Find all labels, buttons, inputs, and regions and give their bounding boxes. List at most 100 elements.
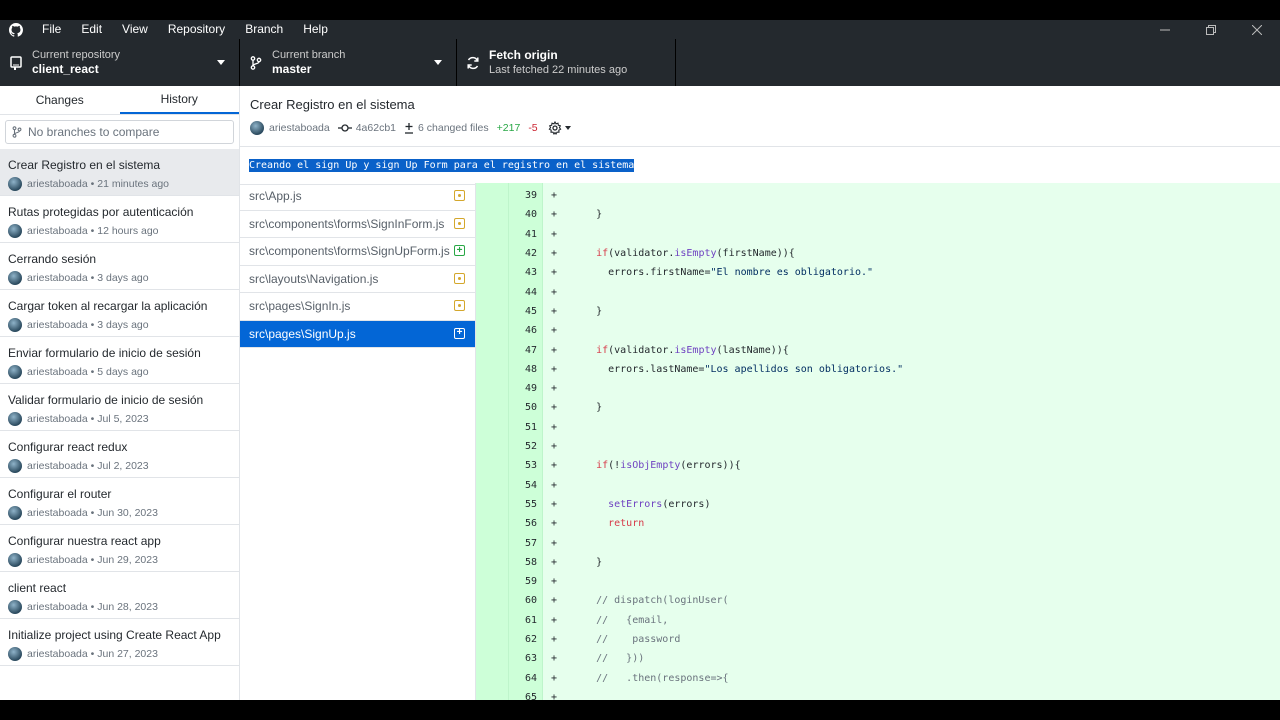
line-number: 62 bbox=[524, 634, 537, 646]
added-marker: + bbox=[550, 595, 558, 607]
commit-icon bbox=[337, 123, 352, 133]
commit-description: Creando el sign Up y sign Up Form para e… bbox=[249, 159, 635, 172]
commit-summary: Enviar formulario de inicio de sesión bbox=[8, 346, 201, 360]
branch-compare-input[interactable]: No branches to compare bbox=[5, 120, 234, 144]
sidebar: Changes History No branches to compare C… bbox=[0, 86, 240, 700]
repository-label: Current repository bbox=[32, 49, 121, 61]
line-number: 56 bbox=[524, 518, 537, 530]
branch-name: master bbox=[272, 62, 312, 76]
commit-item[interactable]: Configurar el router ariestaboada • Jun … bbox=[0, 478, 239, 525]
commit-meta: ariestaboada • 3 days ago bbox=[27, 319, 149, 331]
modified-icon bbox=[454, 300, 465, 311]
added-marker: + bbox=[550, 228, 558, 240]
commit-sha[interactable]: 4a62cb1 bbox=[356, 122, 396, 134]
menu-branch[interactable]: Branch bbox=[235, 20, 293, 39]
line-number: 55 bbox=[524, 498, 537, 510]
commit-meta: ariestaboada • Jun 27, 2023 bbox=[27, 648, 158, 660]
line-number: 49 bbox=[524, 383, 537, 395]
line-number: 41 bbox=[524, 228, 537, 240]
diff-line: 49 + bbox=[476, 379, 1280, 398]
current-branch-button[interactable]: Current branch master bbox=[240, 39, 457, 86]
line-number: 63 bbox=[524, 653, 537, 665]
repository-icon bbox=[0, 55, 32, 70]
file-item[interactable]: src\components\forms\SignUpForm.js + bbox=[240, 238, 475, 266]
code-text: } bbox=[572, 305, 603, 317]
github-logo-icon bbox=[0, 22, 32, 37]
added-marker: + bbox=[550, 537, 558, 549]
commit-item[interactable]: Cerrando sesión ariestaboada • 3 days ag… bbox=[0, 243, 239, 290]
line-number: 53 bbox=[524, 460, 537, 472]
modified-icon bbox=[454, 217, 465, 229]
commit-summary: Configurar el router bbox=[8, 487, 112, 501]
added-marker: + bbox=[550, 614, 558, 626]
additions-count: +217 bbox=[496, 122, 521, 134]
line-number: 46 bbox=[524, 325, 537, 337]
diff-line: 59 + bbox=[476, 572, 1280, 591]
diff-line: 65 + bbox=[476, 688, 1280, 700]
commit-item[interactable]: Rutas protegidas por autenticación aries… bbox=[0, 196, 239, 243]
file-item[interactable]: src\pages\SignIn.js bbox=[240, 293, 475, 321]
compare-placeholder: No branches to compare bbox=[28, 125, 160, 139]
last-fetched-text: Last fetched 22 minutes ago bbox=[489, 64, 628, 76]
close-icon[interactable] bbox=[1234, 20, 1280, 39]
code-text: errors.firstName="El nombre es obligator… bbox=[572, 267, 874, 279]
menu-view[interactable]: View bbox=[112, 20, 158, 39]
minimize-icon[interactable] bbox=[1142, 20, 1188, 39]
tab-changes[interactable]: Changes bbox=[0, 86, 120, 114]
code-text: } bbox=[572, 209, 603, 221]
avatar bbox=[8, 177, 22, 191]
menu-repository[interactable]: Repository bbox=[158, 20, 235, 39]
added-marker: + bbox=[550, 190, 558, 202]
line-number: 52 bbox=[524, 441, 537, 453]
commit-meta: ariestaboada • Jul 2, 2023 bbox=[27, 460, 149, 472]
file-item[interactable]: src\pages\SignUp.js + bbox=[240, 320, 475, 348]
diff-line: 45 + } bbox=[476, 302, 1280, 321]
line-number: 51 bbox=[524, 421, 537, 433]
commit-meta: ariestaboada • Jun 30, 2023 bbox=[27, 507, 158, 519]
menu-file[interactable]: File bbox=[32, 20, 71, 39]
avatar bbox=[8, 271, 22, 285]
commit-summary: Configurar nuestra react app bbox=[8, 534, 161, 548]
branch-icon bbox=[6, 126, 28, 138]
commit-list: Crear Registro en el sistema ariestaboad… bbox=[0, 149, 239, 666]
settings-gear-icon[interactable] bbox=[548, 121, 571, 135]
added-marker: + bbox=[550, 460, 558, 472]
menu-edit[interactable]: Edit bbox=[71, 20, 112, 39]
branch-label: Current branch bbox=[272, 49, 346, 61]
diff-line: 63 + // })) bbox=[476, 649, 1280, 668]
avatar bbox=[250, 121, 264, 135]
file-item[interactable]: src\App.js bbox=[240, 183, 475, 211]
added-marker: + bbox=[550, 248, 558, 260]
commit-author: ariestaboada bbox=[269, 122, 330, 134]
screen-bottom-border bbox=[0, 700, 1280, 720]
commit-item[interactable]: Cargar token al recargar la aplicación a… bbox=[0, 290, 239, 337]
file-item[interactable]: src\layouts\Navigation.js bbox=[240, 266, 475, 293]
code-text: errors.lastName="Los apellidos son oblig… bbox=[572, 363, 904, 375]
commit-item[interactable]: Validar formulario de inicio de sesión a… bbox=[0, 384, 239, 431]
commit-item[interactable]: Crear Registro en el sistema ariestaboad… bbox=[0, 149, 239, 196]
commit-summary: Validar formulario de inicio de sesión bbox=[8, 393, 204, 407]
commit-item[interactable]: Configurar nuestra react app ariestaboad… bbox=[0, 525, 239, 572]
sync-icon bbox=[457, 56, 489, 70]
added-icon: + bbox=[454, 245, 465, 256]
commit-item[interactable]: Initialize project using Create React Ap… bbox=[0, 619, 239, 666]
diff-line: 54 + bbox=[476, 476, 1280, 495]
commit-item[interactable]: Configurar react redux ariestaboada • Ju… bbox=[0, 431, 239, 478]
diff-view[interactable]: 39 +40 + } 41 +42 + if(validator.isEmpty(firs… bbox=[476, 183, 1280, 700]
current-repository-button[interactable]: Current repository client_react bbox=[0, 39, 240, 86]
avatar bbox=[8, 600, 22, 614]
diff-line: 52 + bbox=[476, 437, 1280, 456]
restore-icon[interactable] bbox=[1188, 20, 1234, 39]
file-item[interactable]: src\components\forms\SignInForm.js bbox=[240, 211, 475, 238]
line-number: 42 bbox=[524, 248, 537, 260]
commit-item[interactable]: Enviar formulario de inicio de sesión ar… bbox=[0, 337, 239, 384]
fetch-title: Fetch origin bbox=[489, 48, 558, 62]
tab-history[interactable]: History bbox=[119, 86, 239, 114]
commit-item[interactable]: client react ariestaboada • Jun 28, 2023 bbox=[0, 572, 239, 619]
code-text: } bbox=[572, 402, 603, 414]
menu-help[interactable]: Help bbox=[293, 20, 338, 39]
diff-line: 50 + } bbox=[476, 398, 1280, 417]
diff-line: 43 + errors.firstName="El nombre es oblig… bbox=[476, 263, 1280, 282]
diff-line: 60 + // dispatch(loginUser( bbox=[476, 591, 1280, 610]
fetch-origin-button[interactable]: Fetch origin Last fetched 22 minutes ago bbox=[457, 39, 676, 86]
